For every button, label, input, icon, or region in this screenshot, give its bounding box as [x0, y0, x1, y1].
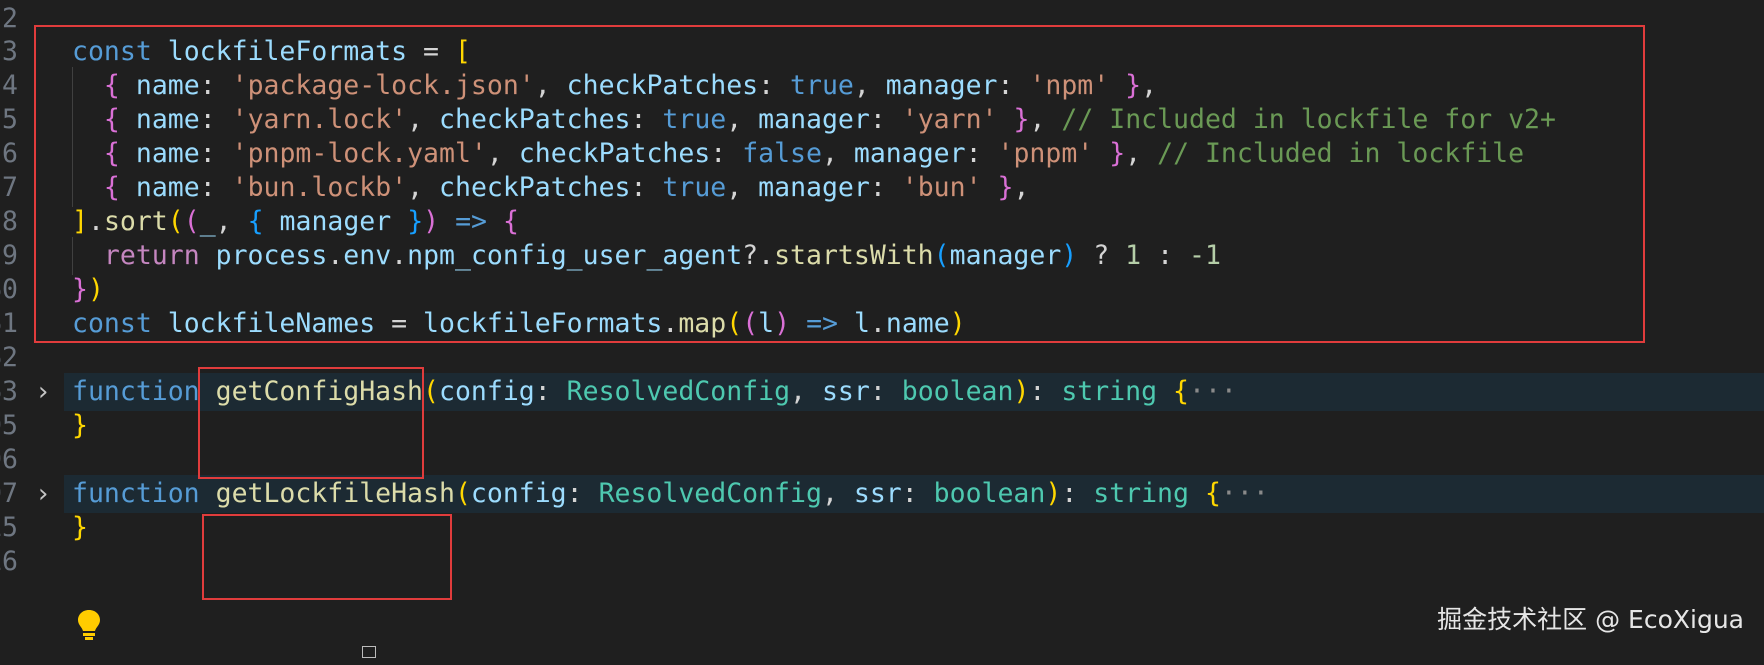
code-line-58: 58 ].sort((_, { manager }) => {	[0, 203, 1764, 241]
code-line-55: 55 { name: 'yarn.lock', checkPatches: tr…	[0, 101, 1764, 139]
code-line-97: 97 › function getLockfileHash(config: Re…	[0, 475, 1764, 513]
code-line-60: 60 })	[0, 271, 1764, 309]
code-line-56: 56 { name: 'pnpm-lock.yaml', checkPatche…	[0, 135, 1764, 173]
code-line-61: 61 const lockfileNames = lockfileFormats…	[0, 305, 1764, 343]
code-text[interactable]: })	[72, 271, 104, 309]
code-comment: // Included in lockfile for v2+	[1061, 104, 1556, 135]
code-text[interactable]: }	[72, 509, 88, 547]
code-line-53: 53 const lockfileFormats = [	[0, 33, 1764, 71]
code-text[interactable]: { name: 'bun.lockb', checkPatches: true,…	[72, 169, 1030, 207]
code-line-95: 95 }	[0, 407, 1764, 445]
code-text[interactable]: const lockfileNames = lockfileFormats.ma…	[72, 305, 966, 343]
code-text[interactable]: const lockfileFormats = [	[72, 33, 471, 71]
folded-ellipsis: ···	[1189, 376, 1237, 407]
chevron-right-icon[interactable]: ›	[38, 373, 48, 411]
code-text[interactable]: }	[72, 407, 88, 445]
code-text[interactable]: ].sort((_, { manager }) => {	[72, 203, 519, 241]
code-comment: // Included in lockfile	[1157, 138, 1525, 169]
folded-ellipsis: ···	[1220, 478, 1269, 509]
code-line-115: 115 }	[0, 509, 1764, 547]
code-line-62: 62	[0, 342, 18, 373]
code-text[interactable]: { name: 'package-lock.json', checkPatche…	[72, 67, 1157, 105]
code-line-57: 57 { name: 'bun.lockb', checkPatches: tr…	[0, 169, 1764, 207]
code-line-63: 63 › function getConfigHash(config: Reso…	[0, 373, 1764, 411]
code-line-59: 59 return process.env.npm_config_user_ag…	[0, 237, 1764, 275]
code-text[interactable]: { name: 'pnpm-lock.yaml', checkPatches: …	[72, 135, 1524, 173]
code-line-96: 96	[0, 444, 18, 475]
code-text[interactable]: { name: 'yarn.lock', checkPatches: true,…	[72, 101, 1556, 139]
code-text[interactable]: return process.env.npm_config_user_agent…	[72, 237, 1221, 275]
code-text[interactable]: function getConfigHash(config: ResolvedC…	[72, 373, 1237, 411]
code-line-54: 54 { name: 'package-lock.json', checkPat…	[0, 67, 1764, 105]
chevron-right-icon[interactable]: ›	[38, 475, 48, 513]
lightbulb-icon[interactable]	[74, 608, 104, 642]
code-text[interactable]: function getLockfileHash(config: Resolve…	[72, 475, 1269, 513]
code-line-116: 116	[0, 546, 18, 577]
scrollbar-marker	[362, 646, 376, 658]
watermark: 掘金技术社区 @ EcoXigua	[1437, 605, 1744, 634]
